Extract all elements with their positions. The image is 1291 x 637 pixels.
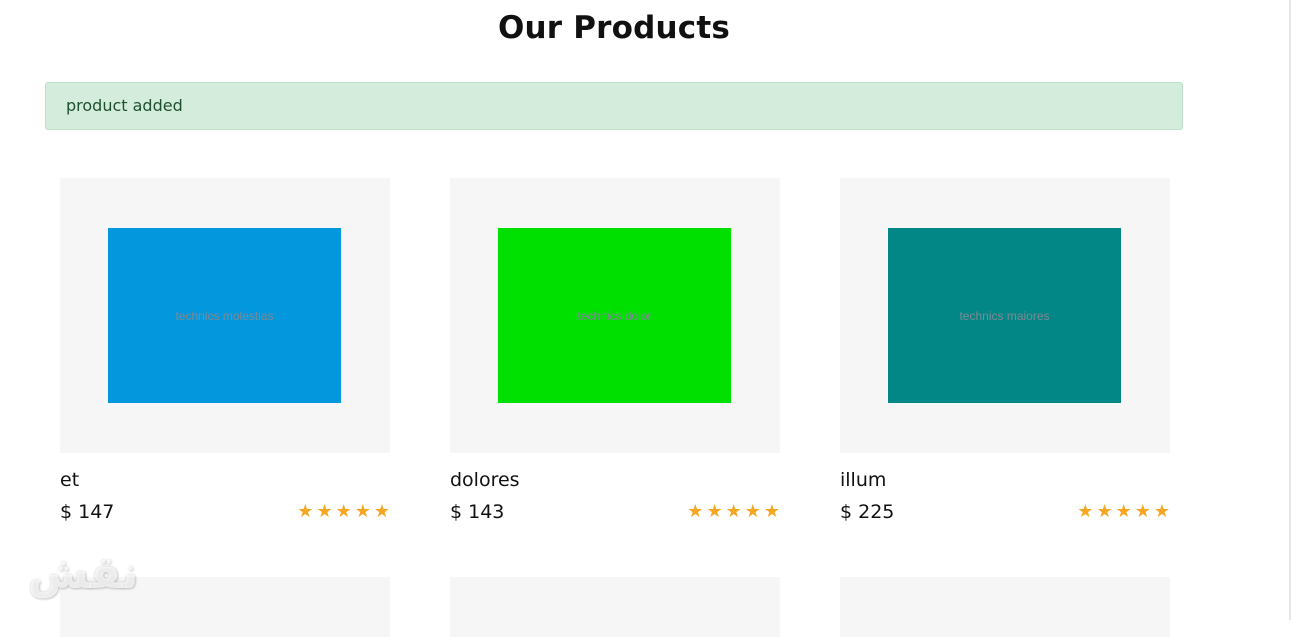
- product-image-frame[interactable]: technics dolor: [450, 178, 780, 453]
- star-icon: ★: [744, 501, 761, 522]
- star-icon: ★: [1115, 501, 1132, 522]
- success-alert: product added: [45, 82, 1183, 130]
- star-icon: ★: [706, 501, 723, 522]
- star-icon: ★: [316, 501, 333, 522]
- product-meta: $ 147 ★ ★ ★ ★ ★: [60, 500, 390, 524]
- product-meta: $ 143 ★ ★ ★ ★ ★: [450, 500, 780, 524]
- product-card[interactable]: technics maiores illum $ 225 ★ ★ ★ ★ ★: [840, 178, 1170, 524]
- star-icon: ★: [1134, 501, 1151, 522]
- star-icon: ★: [335, 501, 352, 522]
- product-rating: ★ ★ ★ ★ ★: [1077, 503, 1170, 521]
- star-icon: ★: [1153, 501, 1170, 522]
- star-icon: ★: [763, 501, 780, 522]
- product-rating: ★ ★ ★ ★ ★: [297, 503, 390, 521]
- product-image[interactable]: technics dolor: [498, 228, 731, 403]
- page-title: Our Products: [497, 10, 731, 46]
- star-icon: ★: [354, 501, 371, 522]
- product-rating: ★ ★ ★ ★ ★: [687, 503, 780, 521]
- product-name[interactable]: dolores: [450, 468, 780, 492]
- alert-message: product added: [66, 96, 183, 115]
- product-image-text: technics dolor: [577, 308, 652, 323]
- product-card-partial[interactable]: [450, 577, 780, 637]
- product-name[interactable]: et: [60, 468, 390, 492]
- product-meta: $ 225 ★ ★ ★ ★ ★: [840, 500, 1170, 524]
- product-price: $ 225: [840, 501, 895, 523]
- product-name[interactable]: illum: [840, 468, 1170, 492]
- star-icon: ★: [1077, 501, 1094, 522]
- product-card[interactable]: technics molestias et $ 147 ★ ★ ★ ★ ★: [60, 178, 390, 524]
- product-image-frame[interactable]: [840, 577, 1170, 637]
- star-icon: ★: [687, 501, 704, 522]
- product-image-text: technics molestias: [175, 308, 274, 323]
- product-card-partial[interactable]: [840, 577, 1170, 637]
- product-image-text: technics maiores: [959, 308, 1050, 323]
- product-image[interactable]: technics maiores: [888, 228, 1121, 403]
- product-image-frame[interactable]: technics maiores: [840, 178, 1170, 453]
- star-icon: ★: [297, 501, 314, 522]
- product-price: $ 147: [60, 501, 115, 523]
- star-icon: ★: [373, 501, 390, 522]
- product-image[interactable]: technics molestias: [108, 228, 341, 403]
- product-image-frame[interactable]: [450, 577, 780, 637]
- star-icon: ★: [725, 501, 742, 522]
- product-card[interactable]: technics dolor dolores $ 143 ★ ★ ★ ★ ★: [450, 178, 780, 524]
- product-image-frame[interactable]: technics molestias: [60, 178, 390, 453]
- product-price: $ 143: [450, 501, 505, 523]
- watermark-logo: ﻧﻘﺶ: [28, 548, 139, 599]
- star-icon: ★: [1096, 501, 1113, 522]
